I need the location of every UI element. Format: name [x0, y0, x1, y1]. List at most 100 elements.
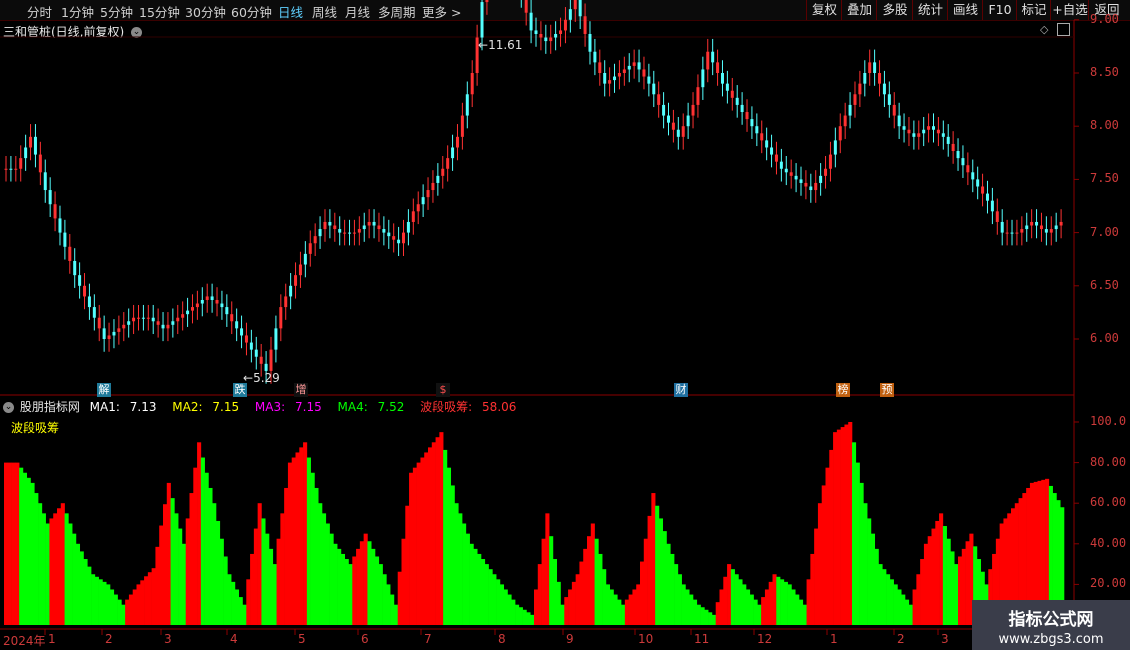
indicator-bar	[318, 503, 323, 625]
candle-body	[240, 328, 244, 336]
indicator-bar	[677, 574, 682, 625]
indicator-bar	[439, 432, 444, 625]
candle-body	[166, 324, 170, 329]
ma3-label: MA3:	[254, 400, 286, 414]
candle-body	[941, 133, 945, 137]
indicator-bar	[821, 485, 826, 625]
candle-body	[725, 83, 729, 91]
candle-body	[971, 172, 975, 180]
indicator-bar	[549, 536, 554, 625]
candle-body	[740, 104, 744, 113]
candle-body	[249, 342, 253, 350]
indicator-bar	[295, 452, 300, 625]
indicator-tick: 60.00	[1090, 495, 1127, 510]
candle-body	[902, 126, 906, 130]
indicator-bar	[106, 584, 111, 625]
indicator-bar	[344, 559, 349, 625]
candle-body	[529, 12, 533, 31]
candle-body	[1054, 225, 1058, 230]
candle-body	[29, 136, 33, 148]
chart-canvas	[0, 0, 1079, 650]
arrow-left-icon: ←	[478, 38, 489, 52]
candle-body	[730, 90, 734, 98]
candle-body	[372, 221, 376, 226]
candle-body	[97, 317, 101, 329]
indicator-bar	[208, 487, 213, 625]
indicator-bar	[647, 515, 652, 625]
indicator-bar	[916, 574, 921, 625]
indicator-bar	[469, 543, 474, 625]
indicator-bar	[874, 548, 879, 625]
indicator-bar	[446, 467, 452, 625]
indicator-bar	[878, 564, 883, 625]
candle-body	[377, 225, 381, 230]
price-tick: 6.50	[1090, 277, 1119, 292]
candle-body	[1000, 221, 1004, 233]
indicator-bar	[140, 580, 145, 625]
indicator-bar	[212, 503, 217, 625]
event-marker[interactable]: 解	[97, 383, 111, 397]
candle-body	[156, 321, 160, 325]
chevron-down-icon[interactable]: ⌄	[3, 402, 14, 413]
candle-body	[1044, 229, 1048, 233]
candle-body	[613, 76, 617, 81]
indicator-bar	[761, 597, 766, 625]
indicator-bar	[715, 602, 720, 625]
indicator-bar	[488, 569, 493, 625]
indicator-tick: 100.0	[1090, 414, 1127, 428]
low-value: 5.29	[253, 371, 280, 385]
indicator-bar	[128, 594, 134, 625]
indicator-bar	[280, 513, 285, 625]
indicator-bar	[901, 594, 906, 625]
candle-body	[244, 335, 248, 343]
indicator-bar	[337, 548, 342, 625]
indicator-bar	[670, 553, 675, 625]
ma3-readout: MA3: 7.15	[255, 400, 328, 414]
indicator-bar	[231, 581, 236, 625]
candle-body	[568, 9, 572, 20]
event-marker[interactable]: 预	[880, 383, 894, 397]
indicator-name[interactable]: 股朋指标网	[20, 400, 80, 414]
candle-body	[696, 87, 700, 105]
indicator-bar	[719, 589, 724, 625]
indicator-bar	[658, 518, 664, 625]
indicator-bar	[34, 493, 39, 625]
indicator-bar	[356, 548, 361, 625]
month-label: 1	[830, 632, 838, 646]
indicator-tick: 80.00	[1090, 454, 1127, 469]
month-label: 8	[498, 632, 506, 646]
indicator-bar	[132, 589, 137, 625]
event-marker[interactable]: 榜	[836, 383, 850, 397]
indicator-bar	[185, 518, 190, 625]
candle-body	[828, 154, 832, 169]
candle-body	[1059, 221, 1063, 226]
candle-body	[141, 317, 145, 319]
event-marker[interactable]: 跌	[233, 383, 247, 397]
event-marker[interactable]: 增	[294, 383, 308, 397]
candle-body	[833, 140, 837, 155]
indicator-bar	[870, 533, 876, 625]
indicator-bar	[284, 487, 289, 625]
indicator-bar	[450, 485, 455, 625]
event-marker[interactable]: 财	[674, 383, 688, 397]
event-marker[interactable]: $	[436, 383, 450, 397]
candle-body	[745, 112, 749, 120]
indicator-bar	[102, 581, 107, 625]
indicator-bar	[897, 589, 902, 625]
candle-body	[274, 328, 278, 350]
candle-body	[961, 158, 965, 166]
indicator-bar	[590, 523, 595, 625]
candle-body	[284, 296, 288, 308]
candle-body	[210, 296, 214, 300]
month-label: 5	[298, 632, 306, 646]
candle-body	[583, 16, 587, 34]
candle-body	[269, 349, 273, 371]
indicator-bar	[526, 612, 531, 625]
indicator-bar	[22, 472, 28, 625]
indicator-bar	[83, 559, 88, 625]
indicator-bar	[530, 614, 535, 625]
indicator-bar	[363, 533, 368, 625]
candle-body	[559, 30, 563, 34]
candle-body	[1049, 229, 1053, 233]
candle-body	[343, 232, 347, 234]
